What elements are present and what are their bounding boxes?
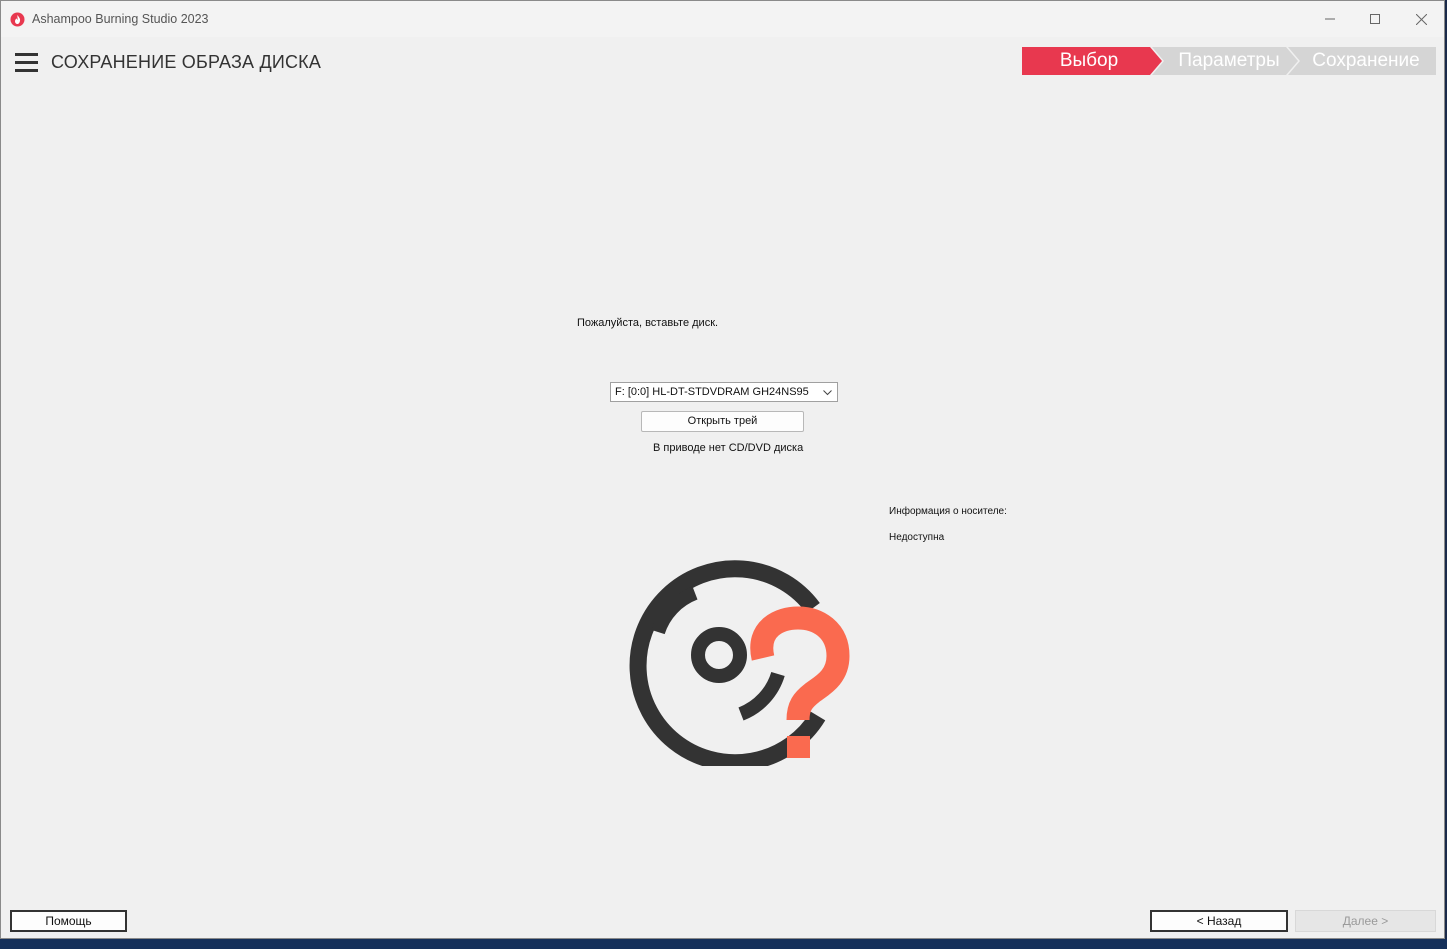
app-window: Ashampoo Burning Studio 2023 СОХРАНЕНИЕ … bbox=[0, 0, 1445, 939]
drive-select-value: F: [0:0] HL-DT-STDVDRAM GH24NS95 bbox=[615, 386, 809, 398]
disc-question-icon bbox=[629, 560, 850, 766]
step-save: Сохранение bbox=[1288, 47, 1436, 75]
ashampoo-flame-icon bbox=[10, 12, 25, 27]
step-parameters: Параметры bbox=[1152, 47, 1298, 75]
open-tray-button[interactable]: Открыть трей bbox=[641, 411, 804, 432]
drive-select[interactable]: F: [0:0] HL-DT-STDVDRAM GH24NS95 bbox=[610, 382, 838, 402]
page-header: СОХРАНЕНИЕ ОБРАЗА ДИСКА Выбор Параметры … bbox=[1, 37, 1444, 89]
chevron-down-icon bbox=[823, 390, 832, 396]
window-title: Ashampoo Burning Studio 2023 bbox=[32, 12, 209, 26]
drive-status-text: В приводе нет CD/DVD диска bbox=[653, 442, 804, 454]
wizard-steps: Выбор Параметры Сохранение bbox=[1022, 47, 1436, 75]
step-label: Сохранение bbox=[1312, 50, 1420, 71]
maximize-icon bbox=[1370, 14, 1380, 24]
back-button[interactable]: < Назад bbox=[1150, 910, 1288, 932]
help-button[interactable]: Помощь bbox=[10, 910, 127, 932]
minimize-button[interactable] bbox=[1307, 1, 1353, 37]
next-button[interactable]: Далее > bbox=[1295, 910, 1436, 932]
insert-disc-prompt: Пожалуйста, вставьте диск. bbox=[577, 317, 719, 329]
taskbar bbox=[0, 939, 1447, 949]
title-bar[interactable]: Ashampoo Burning Studio 2023 bbox=[1, 1, 1444, 37]
media-info-value: Недоступна bbox=[889, 532, 945, 543]
close-icon bbox=[1415, 13, 1427, 25]
step-select: Выбор bbox=[1022, 47, 1162, 75]
hamburger-icon[interactable] bbox=[15, 53, 38, 73]
step-label: Параметры bbox=[1178, 50, 1280, 71]
minimize-icon bbox=[1325, 18, 1335, 20]
page-title: СОХРАНЕНИЕ ОБРАЗА ДИСКА bbox=[51, 52, 322, 72]
media-info-label: Информация о носителе: bbox=[889, 506, 1007, 517]
close-button[interactable] bbox=[1398, 1, 1444, 37]
step-label: Выбор bbox=[1059, 50, 1119, 71]
maximize-button[interactable] bbox=[1352, 1, 1398, 37]
